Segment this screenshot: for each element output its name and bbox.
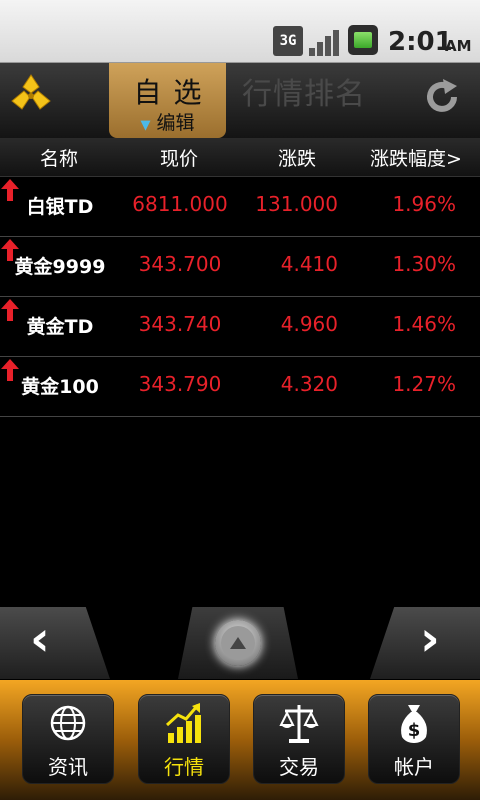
row-percent: 1.46% <box>392 312 456 336</box>
col-price[interactable]: 现价 <box>160 144 198 171</box>
row-change: 4.960 <box>280 312 338 336</box>
row-price: 343.700 <box>138 252 222 276</box>
network-3g-icon: 3G <box>273 26 303 56</box>
row-percent: 1.27% <box>392 372 456 396</box>
table-row[interactable]: 白银TD 6811.000 131.000 1.96% <box>0 177 480 237</box>
col-change[interactable]: 涨跌 <box>278 144 316 171</box>
prev-page-button[interactable] <box>0 607 110 679</box>
arrow-up-circle-icon <box>221 626 255 660</box>
row-price: 6811.000 <box>132 192 228 216</box>
col-change-percent[interactable]: 涨跌幅度> <box>370 144 462 171</box>
table-row[interactable]: 黄金100 343.790 4.320 1.27% <box>0 357 480 417</box>
status-bar: 3G 2:01 AM <box>0 0 480 63</box>
scale-icon <box>279 705 319 743</box>
edit-link[interactable]: ▼ 编辑 <box>109 108 226 135</box>
chevron-left-icon[interactable]: ‹ <box>30 611 50 667</box>
row-percent: 1.96% <box>392 192 456 216</box>
col-name[interactable]: 名称 <box>40 144 78 171</box>
row-name: 黄金TD <box>26 316 94 338</box>
header-bar: 自选 ▼ 编辑 行情排名 <box>0 63 480 138</box>
chart-up-icon <box>165 703 201 743</box>
money-bag-icon: $ <box>401 705 427 743</box>
row-price: 343.740 <box>138 312 222 336</box>
table-row[interactable]: 黄金TD 343.740 4.960 1.46% <box>0 297 480 357</box>
signal-icon <box>309 24 341 56</box>
chevron-right-icon[interactable]: › <box>420 611 440 667</box>
bottom-tab-bar: 资讯 行情 交易 $ 帐户 <box>0 680 480 800</box>
app-logo-icon[interactable] <box>6 71 56 117</box>
status-time: 2:01 <box>388 27 453 57</box>
row-price: 343.790 <box>138 372 222 396</box>
edit-label: 编辑 <box>156 112 195 134</box>
tab-news-label: 资讯 <box>48 755 88 779</box>
row-name: 黄金9999 <box>14 256 106 278</box>
tab-account-label: 帐户 <box>394 755 434 779</box>
battery-icon <box>348 25 378 55</box>
column-header-row: 名称 现价 涨跌 涨跌幅度> <box>0 138 480 177</box>
tab-news[interactable]: 资讯 <box>22 694 114 784</box>
tab-market[interactable]: 行情 <box>138 694 230 784</box>
tab-market-ranking[interactable]: 行情排名 <box>242 69 366 113</box>
tab-market-label: 行情 <box>164 755 204 779</box>
refresh-icon[interactable] <box>421 76 463 118</box>
row-name: 白银TD <box>26 196 94 218</box>
caret-down-icon: ▼ <box>140 118 151 133</box>
row-change: 4.320 <box>280 372 338 396</box>
tab-watchlist-label: 自选 <box>133 76 214 109</box>
svg-text:$: $ <box>408 720 421 741</box>
pager-bar: ‹ › <box>0 607 480 679</box>
tab-account[interactable]: $ 帐户 <box>368 694 460 784</box>
globe-icon <box>50 705 86 741</box>
tab-trade[interactable]: 交易 <box>253 694 345 784</box>
scroll-up-button[interactable] <box>215 620 261 666</box>
row-change: 131.000 <box>255 192 338 216</box>
tab-watchlist[interactable]: 自选 ▼ 编辑 <box>109 63 226 138</box>
status-ampm: AM <box>445 37 472 55</box>
row-percent: 1.30% <box>392 252 456 276</box>
row-name: 黄金100 <box>21 376 99 398</box>
tab-trade-label: 交易 <box>279 755 319 779</box>
row-change: 4.410 <box>280 252 338 276</box>
table-row[interactable]: 黄金9999 343.700 4.410 1.30% <box>0 237 480 297</box>
